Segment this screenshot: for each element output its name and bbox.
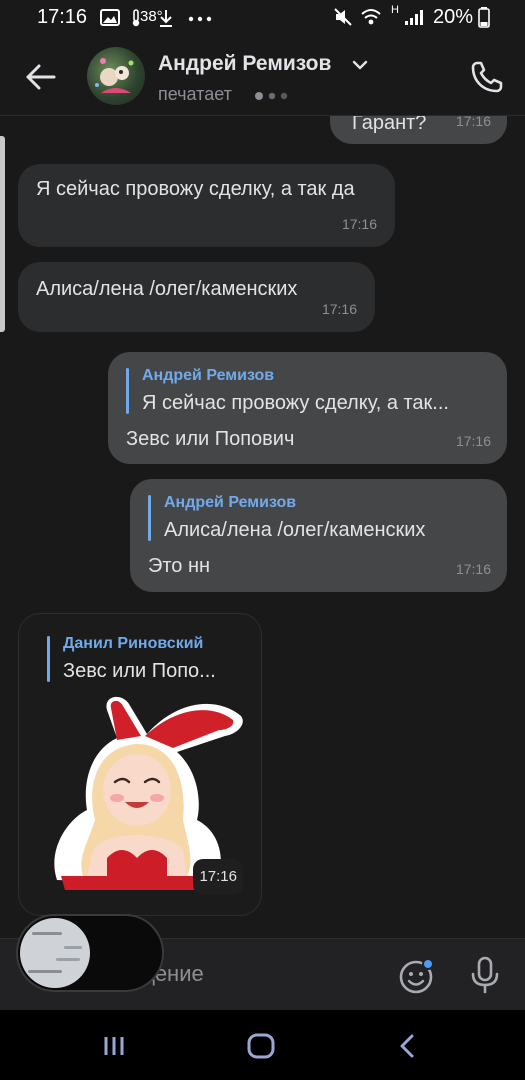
system-nav-bar [0,1010,525,1080]
signal-icon [405,10,423,25]
recents-icon[interactable] [98,1030,130,1062]
preview-line [32,932,62,935]
preview-line [28,970,62,973]
floating-preview[interactable] [16,914,164,992]
message-time: 17:16 [455,433,491,449]
message-text: Я сейчас провожу сделку, а так да [36,178,355,200]
avatar-image [95,58,134,93]
reply-quote[interactable]: Андрей Ремизов Алиса/лена /олег/каменски… [148,491,487,545]
message-outgoing-reply[interactable]: Андрей Ремизов Алиса/лена /олег/каменски… [130,479,507,592]
wifi-icon [361,9,381,25]
smile-icon[interactable] [398,957,436,995]
message-incoming-sticker[interactable]: Данил Риновский Зевс или Попо... 17:16 [18,613,262,916]
chat-header: Андрей Ремизов печатает [0,36,525,116]
gallery-icon [100,9,120,26]
reply-text: Я сейчас провожу сделку, а так... [142,392,449,414]
message-outgoing-reply[interactable]: Андрей Ремизов Я сейчас провожу сделку, … [108,352,507,464]
contact-name[interactable]: Андрей Ремизов [158,52,331,76]
more-icon [188,16,212,22]
preview-line [64,946,82,949]
message-time: 17:16 [455,116,491,129]
typing-status: печатает [158,84,232,104]
reply-author: Данил Риновский [63,635,204,652]
message-list[interactable]: Гарант? 17:16 Я сейчас провожу сделку, а… [0,116,525,938]
reply-quote[interactable]: Данил Риновский Зевс или Попо... [47,632,247,686]
message-text: Это нн [148,555,211,577]
reply-text: Зевс или Попо... [63,660,216,682]
message-text: Зевс или Попович [126,428,295,450]
arrow-left-icon[interactable] [22,58,60,96]
network-type: H [391,4,399,16]
message-time: 17:16 [455,561,491,577]
download-icon [160,10,172,27]
microphone-icon[interactable] [466,955,504,995]
mute-icon [334,8,352,26]
avatar[interactable] [87,47,145,105]
preview-line [56,958,80,961]
scrollbar[interactable] [0,136,5,332]
preview-thumbnail [20,918,90,988]
message-time: 17:16 [341,216,377,232]
battery-icon [478,7,490,28]
message-time: 17:16 [193,859,243,895]
message-time: 17:16 [321,301,357,317]
message-outgoing[interactable]: Гарант? 17:16 [330,116,507,144]
reply-quote[interactable]: Андрей Ремизов Я сейчас провожу сделку, … [126,364,487,418]
home-icon[interactable] [245,1030,277,1062]
message-incoming[interactable]: Я сейчас провожу сделку, а так да 17:16 [18,164,395,247]
reply-author: Андрей Ремизов [142,367,275,384]
battery-percent: 20% [432,6,473,28]
reply-author: Андрей Ремизов [164,494,297,511]
message-incoming[interactable]: Алиса/лена /олег/каменских 17:16 [18,262,375,332]
nav-back-icon[interactable] [392,1030,424,1062]
typing-dots-icon [255,92,288,100]
status-bar: 17:16 38° H 20% [0,0,525,36]
status-time: 17:16 [37,6,88,28]
chevron-down-icon[interactable] [352,60,368,70]
phone-icon[interactable] [468,58,506,96]
reply-text: Алиса/лена /олег/каменских [164,519,426,541]
